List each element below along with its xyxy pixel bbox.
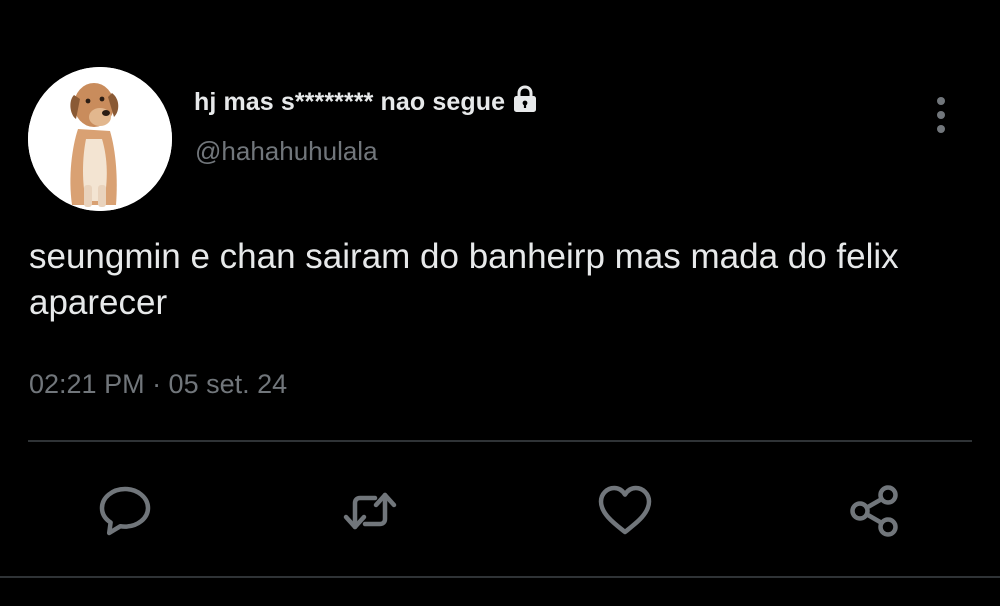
retweet-button[interactable]	[342, 483, 398, 539]
retweet-icon	[343, 492, 397, 530]
dog-avatar-image	[28, 67, 172, 211]
bottom-divider	[0, 576, 1000, 578]
display-name[interactable]: hj mas s******** nao segue	[194, 88, 505, 117]
share-icon	[850, 485, 898, 537]
more-vertical-icon	[937, 97, 945, 133]
more-options-button[interactable]	[928, 95, 954, 135]
user-handle[interactable]: @hahahuhulala	[195, 136, 378, 167]
avatar[interactable]	[28, 67, 172, 211]
heart-icon	[598, 485, 652, 535]
like-button[interactable]	[597, 483, 653, 539]
divider	[28, 440, 972, 442]
share-button[interactable]	[847, 483, 903, 539]
reply-icon	[99, 486, 151, 536]
tweet-text: seungmin e chan sairam do banheirp mas m…	[29, 237, 899, 322]
lock-icon	[511, 84, 539, 114]
tweet-timestamp[interactable]: 02:21 PM · 05 set. 24	[29, 369, 287, 400]
display-name-row[interactable]: hj mas s******** nao segue	[194, 82, 539, 122]
reply-button[interactable]	[97, 483, 153, 539]
